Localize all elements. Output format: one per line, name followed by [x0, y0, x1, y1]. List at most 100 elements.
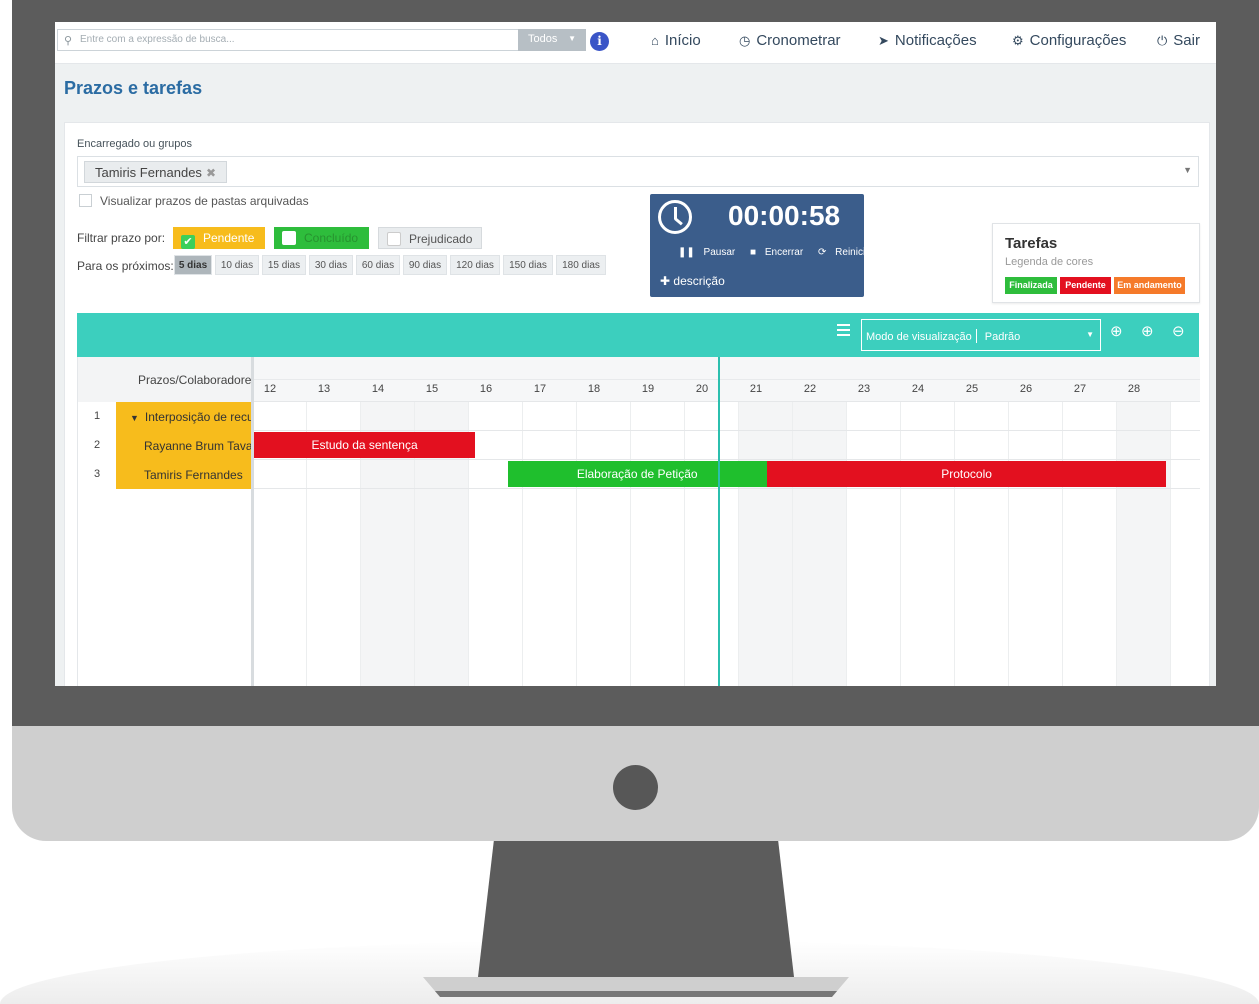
- filter-prejudicado-button[interactable]: Prejudicado: [378, 227, 482, 249]
- archived-checkbox[interactable]: [79, 194, 92, 207]
- timeline-day-label: 22: [803, 383, 817, 395]
- archived-label: Visualizar prazos de pastas arquivadas: [100, 194, 309, 208]
- timeline-day-label: 20: [695, 383, 709, 395]
- gantt-task-bar[interactable]: Protocolo: [766, 461, 1167, 487]
- plus-icon: ✚: [660, 274, 671, 288]
- period-30-button[interactable]: 30 dias: [309, 255, 353, 275]
- filter-concluido-label: Concluído: [304, 231, 359, 245]
- search-scope-dropdown[interactable]: Todos ▼: [518, 29, 586, 51]
- checkbox-icon: [282, 231, 296, 245]
- menu-icon[interactable]: [837, 324, 850, 336]
- view-mode-select[interactable]: Modo de visualização Padrão ▼: [861, 319, 1101, 351]
- period-60-button[interactable]: 60 dias: [356, 255, 400, 275]
- monitor-illustration: ⚲ Entre com a expressão de busca... Todo…: [0, 0, 1259, 1004]
- timeline-day-label: 23: [857, 383, 871, 395]
- caret-down-icon[interactable]: ▼: [130, 413, 139, 423]
- page-title: Prazos e tarefas: [64, 78, 203, 98]
- next-days-label: Para os próximos:: [77, 259, 174, 273]
- period-5-button[interactable]: 5 dias: [174, 255, 212, 275]
- search-icon: ⚲: [64, 35, 73, 47]
- search-scope-label: Todos: [528, 33, 558, 45]
- add-description-label: descrição: [673, 274, 725, 288]
- restart-button[interactable]: ⟳ Reiniciar: [818, 247, 880, 258]
- refresh-icon: ⟳: [817, 247, 827, 258]
- timeline-day-label: 18: [587, 383, 601, 395]
- monitor-stand-neck: [478, 841, 794, 977]
- timeline-day-label: 13: [317, 383, 331, 395]
- stop-icon: ■: [750, 247, 757, 258]
- check-icon: ✔: [181, 235, 195, 249]
- gantt-timeline: 12 13 14 15 16 17 18 19 20 21 22 23 24 25 26 27 28 Estud…: [254, 357, 1200, 686]
- send-icon: ➤: [878, 33, 889, 48]
- legend-pendente: Pendente: [1060, 277, 1111, 294]
- period-90-button[interactable]: 90 dias: [403, 255, 447, 275]
- caret-down-icon: ▼: [1086, 330, 1094, 339]
- period-15-button[interactable]: 15 dias: [262, 255, 306, 275]
- power-button-icon: [613, 765, 658, 810]
- gantt-task-bar[interactable]: Elaboração de Petição: [507, 461, 767, 487]
- legend-subtitle: Legenda de cores: [1005, 256, 1094, 268]
- checkbox-icon: [387, 232, 401, 246]
- filter-pendente-button[interactable]: ✔ Pendente: [173, 227, 265, 249]
- clock-icon: ◷: [739, 33, 751, 48]
- search-placeholder: Entre com a expressão de busca...: [80, 34, 235, 45]
- top-navbar: ⚲ Entre com a expressão de busca... Todo…: [55, 22, 1216, 64]
- info-icon[interactable]: i: [590, 32, 609, 51]
- legend-finalizada: Finalizada: [1005, 277, 1057, 294]
- home-icon: ⌂: [651, 33, 659, 48]
- filter-prejudicado-label: Prejudicado: [409, 232, 473, 246]
- stop-button[interactable]: ■ Encerrar: [750, 247, 809, 258]
- row-name-label: Interposição de recurso: [144, 410, 251, 424]
- archived-toggle[interactable]: Visualizar prazos de pastas arquivadas: [79, 194, 309, 208]
- assignee-select[interactable]: Tamiris Fernandes ✖ ▼: [77, 156, 1199, 187]
- timeline-day-label: 17: [533, 383, 547, 395]
- nav-notificacoes[interactable]: ➤ Notificações: [878, 32, 977, 49]
- filter-by-label: Filtrar prazo por:: [77, 231, 166, 245]
- nav-label: Início: [664, 32, 701, 49]
- row-number: 3: [78, 460, 116, 489]
- select-caret-icon[interactable]: ▼: [1183, 165, 1192, 175]
- timeline-day-label: 28: [1127, 383, 1141, 395]
- zoom-fit-icon[interactable]: ⊕: [1110, 322, 1123, 340]
- table-row[interactable]: 2 Rayanne Brum Tavares: [78, 431, 251, 460]
- nav-sair[interactable]: ⏻ Sair: [1157, 32, 1200, 49]
- restart-label: Reiniciar: [835, 247, 875, 258]
- view-mode-label: Modo de visualização: [866, 331, 972, 343]
- pause-button[interactable]: ❚❚ Pausar: [678, 247, 741, 258]
- timeline-day-label: 27: [1073, 383, 1087, 395]
- timer-clock-icon: [658, 200, 692, 234]
- timeline-day-label: 14: [371, 383, 385, 395]
- add-description-button[interactable]: ✚ descrição: [660, 274, 725, 288]
- timeline-day-label: 25: [965, 383, 979, 395]
- search-input[interactable]: ⚲ Entre com a expressão de busca...: [57, 29, 519, 51]
- nav-configuracoes[interactable]: ⚙ Configurações: [1012, 32, 1126, 49]
- filter-concluido-button[interactable]: Concluído: [274, 227, 369, 249]
- timer-controls: ❚❚ Pausar ■ Encerrar ⟳ Reiniciar: [678, 247, 886, 258]
- row-number: 2: [78, 431, 116, 460]
- table-row[interactable]: 1 ▼ Interposição de recurso: [78, 402, 251, 431]
- nav-cronometrar[interactable]: ◷ Cronometrar: [739, 32, 841, 49]
- remove-chip-icon[interactable]: ✖: [206, 166, 216, 180]
- period-120-button[interactable]: 120 dias: [450, 255, 500, 275]
- pause-label: Pausar: [703, 247, 736, 258]
- gantt-toolbar: Modo de visualização Padrão ▼ ⊕ ⊕ ⊖: [77, 313, 1199, 357]
- period-10-button[interactable]: 10 dias: [215, 255, 259, 275]
- row-name: Rayanne Brum Tavares: [116, 431, 251, 460]
- table-row[interactable]: 3 Tamiris Fernandes: [78, 460, 251, 489]
- zoom-in-icon[interactable]: ⊕: [1141, 322, 1154, 340]
- timeline-day-label: 21: [749, 383, 763, 395]
- grid-column-header: Prazos/Colaboradores: [78, 357, 251, 402]
- period-180-button[interactable]: 180 dias: [556, 255, 606, 275]
- assignee-chip[interactable]: Tamiris Fernandes ✖: [84, 161, 227, 183]
- timeline-day-label: 19: [641, 383, 655, 395]
- timeline-day-label: 12: [263, 383, 277, 395]
- filters-panel: Encarregado ou grupos Tamiris Fernandes ✖…: [64, 122, 1210, 686]
- gantt-chart: Prazos/Colaboradores 1 ▼ Interposição de …: [77, 357, 1200, 686]
- zoom-out-icon[interactable]: ⊖: [1172, 322, 1185, 340]
- nav-label: Cronometrar: [756, 32, 841, 49]
- timeline-day-label: 24: [911, 383, 925, 395]
- gantt-task-bar[interactable]: Estudo da sentença: [254, 432, 476, 458]
- nav-label: Sair: [1173, 32, 1200, 49]
- nav-inicio[interactable]: ⌂ Início: [651, 32, 701, 49]
- period-150-button[interactable]: 150 dias: [503, 255, 553, 275]
